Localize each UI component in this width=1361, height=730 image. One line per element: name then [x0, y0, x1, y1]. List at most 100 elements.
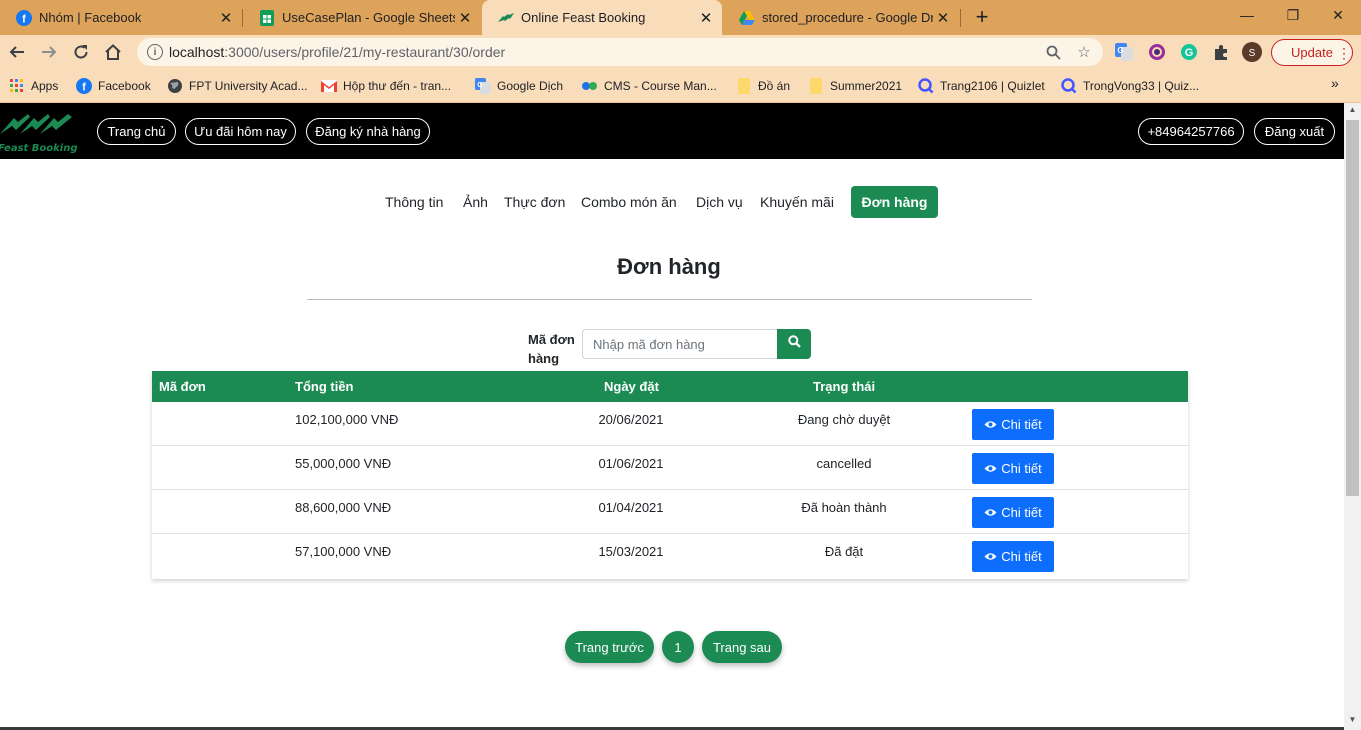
page-title: Đơn hàng [617, 254, 721, 279]
order-detail-button[interactable]: Chi tiết [972, 541, 1054, 572]
subnav-orders[interactable]: Đơn hàng [851, 186, 938, 218]
nav-deals-button[interactable]: Ưu đãi hôm nay [185, 118, 296, 145]
bookmark-cms[interactable]: CMS - Course Man... [582, 76, 717, 96]
previous-page-button[interactable]: Trang trước [565, 631, 654, 663]
address-bar[interactable]: i localhost:3000/users/profile/21/my-res… [137, 38, 1103, 66]
subnav-promotions[interactable]: Khuyến mãi [760, 186, 834, 218]
search-button[interactable] [777, 329, 811, 359]
zoom-search-icon[interactable] [1043, 42, 1063, 62]
order-detail-button[interactable]: Chi tiết [972, 409, 1054, 440]
bookmark-apps[interactable]: Apps [9, 76, 58, 96]
subnav-combo[interactable]: Combo món ăn [581, 186, 677, 218]
order-total-cell: 57,100,000 VNĐ [295, 544, 392, 559]
restore-window-button[interactable]: ❐ [1270, 0, 1316, 30]
bookmark-quizlet-trang[interactable]: Trang2106 | Quizlet [918, 76, 1045, 96]
scroll-down-arrow-icon[interactable]: ▼ [1344, 715, 1361, 729]
close-tab-icon[interactable]: ✕ [696, 8, 716, 28]
grammarly-extension-icon[interactable]: G [1179, 42, 1199, 62]
order-detail-button[interactable]: Chi tiết [972, 497, 1054, 528]
url-text: localhost:3000/users/profile/21/my-resta… [169, 44, 506, 60]
order-status-cell: Đang chờ duyệt [797, 412, 891, 427]
home-icon[interactable] [100, 39, 126, 65]
bookmark-star-icon[interactable]: ☆ [1074, 42, 1094, 62]
order-date-cell: 20/06/2021 [598, 412, 664, 427]
extensions-puzzle-icon[interactable] [1211, 42, 1231, 62]
bookmark-facebook[interactable]: f Facebook [76, 76, 151, 96]
order-total-cell: 88,600,000 VNĐ [295, 500, 392, 515]
browser-tab-facebook[interactable]: f Nhóm | Facebook ✕ [0, 0, 242, 35]
browser-tab-strip: f Nhóm | Facebook ✕ UseCasePlan - Google… [0, 0, 1361, 35]
gmail-icon [321, 78, 337, 94]
minimize-window-button[interactable]: ― [1224, 0, 1270, 30]
order-status-cell: cancelled [816, 456, 872, 471]
tab-separator [960, 9, 961, 27]
page-number-button[interactable]: 1 [662, 631, 694, 663]
order-total-cell: 55,000,000 VNĐ [295, 456, 392, 471]
svg-text:f: f [22, 13, 26, 25]
order-detail-button[interactable]: Chi tiết [972, 453, 1054, 484]
more-bookmarks-icon[interactable]: » [1331, 75, 1339, 91]
scrollbar-thumb[interactable] [1346, 120, 1359, 496]
subnav-services[interactable]: Dịch vụ [696, 186, 743, 218]
table-row: 102,100,000 VNĐ 20/06/2021 Đang chờ duyệ… [152, 402, 1188, 446]
feast-booking-logo[interactable]: Feast Booking [0, 112, 80, 154]
svg-text:G: G [1117, 46, 1123, 55]
order-date-cell: 15/03/2021 [598, 544, 664, 559]
color-picker-extension-icon[interactable] [1147, 42, 1167, 62]
table-header-row: Mã đơn Tổng tiền Ngày đặt Trạng thái [152, 371, 1188, 402]
bookmark-summer2021[interactable]: Summer2021 [808, 76, 902, 96]
subnav-info[interactable]: Thông tin [385, 186, 443, 218]
order-id-search-input[interactable] [582, 329, 778, 359]
apps-grid-icon [9, 78, 25, 94]
svg-text:S: S [1249, 48, 1256, 59]
quizlet-icon [1061, 78, 1077, 94]
bookmark-google-translate[interactable]: G Google Dịch [475, 76, 563, 96]
bookmark-fpt[interactable]: FPT University Acad... [167, 76, 307, 96]
page-scrollbar[interactable]: ▲ ▼ [1344, 103, 1361, 730]
nav-home-button[interactable]: Trang chủ [97, 118, 176, 145]
bookmark-gmail[interactable]: Hộp thư đến - tran... [321, 76, 451, 96]
phone-button[interactable]: +84964257766 [1138, 118, 1244, 145]
close-tab-icon[interactable]: ✕ [216, 8, 236, 28]
google-translate-extension-icon[interactable]: G [1114, 42, 1134, 62]
browser-tab-sheets[interactable]: UseCasePlan - Google Sheets ✕ [243, 0, 481, 35]
quizlet-icon [918, 78, 934, 94]
order-date-cell: 01/06/2021 [598, 456, 664, 471]
tab-title: stored_procedure - Google Drive [762, 10, 933, 25]
order-total-cell: 102,100,000 VNĐ [295, 412, 399, 427]
site-info-icon[interactable]: i [147, 44, 163, 60]
profile-avatar[interactable]: S [1242, 42, 1262, 62]
chrome-menu-icon[interactable]: ⋮ [1337, 45, 1351, 62]
close-tab-icon[interactable]: ✕ [933, 8, 953, 28]
nav-register-restaurant-button[interactable]: Đăng ký nhà hàng [306, 118, 430, 145]
order-id-search-label: Mã đơn hàng [528, 332, 575, 366]
eye-icon [984, 553, 997, 560]
order-status-cell: Đã đặt [824, 544, 864, 559]
search-icon [787, 335, 801, 353]
back-arrow-icon[interactable] [4, 39, 30, 65]
subnav-photos[interactable]: Ảnh [463, 186, 488, 218]
tab-title: Online Feast Booking [521, 10, 646, 25]
cms-icon [582, 78, 598, 94]
browser-tab-feast-booking[interactable]: Online Feast Booking ✕ [482, 0, 722, 35]
eye-icon [984, 465, 997, 472]
logout-button[interactable]: Đăng xuất [1254, 118, 1335, 145]
forward-arrow-icon[interactable] [36, 39, 62, 65]
subnav-menu[interactable]: Thực đơn [504, 186, 565, 218]
close-window-button[interactable]: ✕ [1315, 0, 1361, 30]
bookmark-do-an[interactable]: Đồ án [736, 76, 790, 96]
google-sheets-icon [259, 9, 275, 26]
reload-icon[interactable] [68, 39, 94, 65]
close-tab-icon[interactable]: ✕ [455, 8, 475, 28]
bookmark-quizlet-trongvong[interactable]: TrongVong33 | Quiz... [1061, 76, 1199, 96]
eye-icon [984, 509, 997, 516]
google-translate-icon: G [475, 78, 491, 94]
browser-toolbar: i localhost:3000/users/profile/21/my-res… [0, 35, 1361, 69]
eye-icon [984, 421, 997, 428]
next-page-button[interactable]: Trang sau [702, 631, 782, 663]
browser-tab-drive[interactable]: stored_procedure - Google Drive ✕ [723, 0, 959, 35]
scroll-up-arrow-icon[interactable]: ▲ [1344, 105, 1361, 119]
order-date-cell: 01/04/2021 [598, 500, 664, 515]
feast-booking-icon [498, 10, 514, 26]
new-tab-button[interactable]: + [970, 4, 994, 29]
